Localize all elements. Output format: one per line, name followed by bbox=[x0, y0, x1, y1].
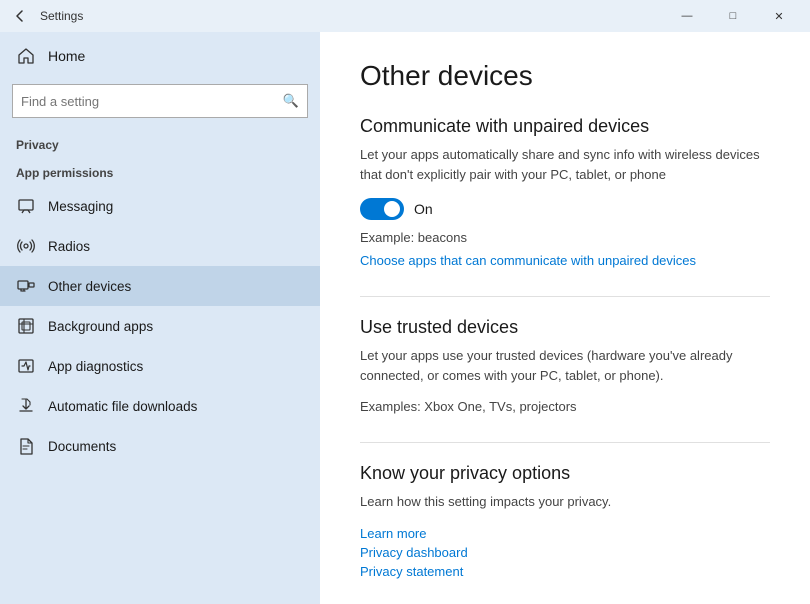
communicate-toggle-row: On bbox=[360, 198, 770, 220]
sidebar-item-background-apps[interactable]: Background apps bbox=[0, 306, 320, 346]
window-controls: — □ ✕ bbox=[664, 0, 802, 32]
sidebar-item-messaging[interactable]: Messaging bbox=[0, 186, 320, 226]
sidebar-item-automatic-file-downloads[interactable]: Automatic file downloads bbox=[0, 386, 320, 426]
privacy-options-desc: Learn how this setting impacts your priv… bbox=[360, 492, 770, 512]
divider-2 bbox=[360, 442, 770, 443]
documents-label: Documents bbox=[48, 439, 116, 454]
radios-icon bbox=[16, 236, 36, 256]
search-input[interactable] bbox=[21, 94, 283, 109]
learn-more-link[interactable]: Learn more bbox=[360, 526, 770, 541]
app-diagnostics-label: App diagnostics bbox=[48, 359, 143, 374]
documents-icon bbox=[16, 436, 36, 456]
communicate-toggle-label: On bbox=[414, 201, 433, 217]
titlebar-title: Settings bbox=[40, 9, 664, 23]
communicate-section: Communicate with unpaired devices Let yo… bbox=[360, 116, 770, 268]
radios-label: Radios bbox=[48, 239, 90, 254]
close-button[interactable]: ✕ bbox=[756, 0, 802, 32]
communicate-example: Example: beacons bbox=[360, 230, 770, 245]
search-box[interactable]: 🔍 bbox=[12, 84, 308, 118]
trusted-desc: Let your apps use your trusted devices (… bbox=[360, 346, 770, 385]
minimize-button[interactable]: — bbox=[664, 0, 710, 32]
toggle-knob bbox=[384, 201, 400, 217]
communicate-toggle[interactable] bbox=[360, 198, 404, 220]
page-title: Other devices bbox=[360, 60, 770, 92]
other-devices-label: Other devices bbox=[48, 279, 131, 294]
search-icon: 🔍 bbox=[283, 93, 299, 109]
sidebar-item-radios[interactable]: Radios bbox=[0, 226, 320, 266]
app-diagnostics-icon bbox=[16, 356, 36, 376]
communicate-title: Communicate with unpaired devices bbox=[360, 116, 770, 137]
main-layout: Home 🔍 Privacy App permissions Messaging bbox=[0, 32, 810, 604]
trusted-example: Examples: Xbox One, TVs, projectors bbox=[360, 399, 770, 414]
automatic-file-downloads-label: Automatic file downloads bbox=[48, 399, 197, 414]
background-apps-label: Background apps bbox=[48, 319, 153, 334]
communicate-desc: Let your apps automatically share and sy… bbox=[360, 145, 770, 184]
trusted-section: Use trusted devices Let your apps use yo… bbox=[360, 317, 770, 414]
privacy-dashboard-link[interactable]: Privacy dashboard bbox=[360, 545, 770, 560]
sidebar-section-privacy: Privacy bbox=[0, 130, 320, 158]
home-icon bbox=[16, 46, 36, 66]
sidebar-item-documents[interactable]: Documents bbox=[0, 426, 320, 466]
automatic-file-downloads-icon bbox=[16, 396, 36, 416]
sidebar-app-permissions-label: App permissions bbox=[0, 158, 320, 186]
sidebar-item-other-devices[interactable]: Other devices bbox=[0, 266, 320, 306]
home-label: Home bbox=[48, 48, 85, 64]
divider-1 bbox=[360, 296, 770, 297]
trusted-title: Use trusted devices bbox=[360, 317, 770, 338]
messaging-icon bbox=[16, 196, 36, 216]
maximize-button[interactable]: □ bbox=[710, 0, 756, 32]
titlebar: Settings — □ ✕ bbox=[0, 0, 810, 32]
other-devices-icon bbox=[16, 276, 36, 296]
privacy-statement-link[interactable]: Privacy statement bbox=[360, 564, 770, 579]
sidebar-item-app-diagnostics[interactable]: App diagnostics bbox=[0, 346, 320, 386]
back-button[interactable] bbox=[8, 4, 32, 28]
privacy-options-section: Know your privacy options Learn how this… bbox=[360, 463, 770, 579]
privacy-options-title: Know your privacy options bbox=[360, 463, 770, 484]
content-area: Other devices Communicate with unpaired … bbox=[320, 32, 810, 604]
messaging-label: Messaging bbox=[48, 199, 113, 214]
sidebar-item-home[interactable]: Home bbox=[0, 32, 320, 80]
sidebar: Home 🔍 Privacy App permissions Messaging bbox=[0, 32, 320, 604]
background-apps-icon bbox=[16, 316, 36, 336]
communicate-link[interactable]: Choose apps that can communicate with un… bbox=[360, 253, 770, 268]
